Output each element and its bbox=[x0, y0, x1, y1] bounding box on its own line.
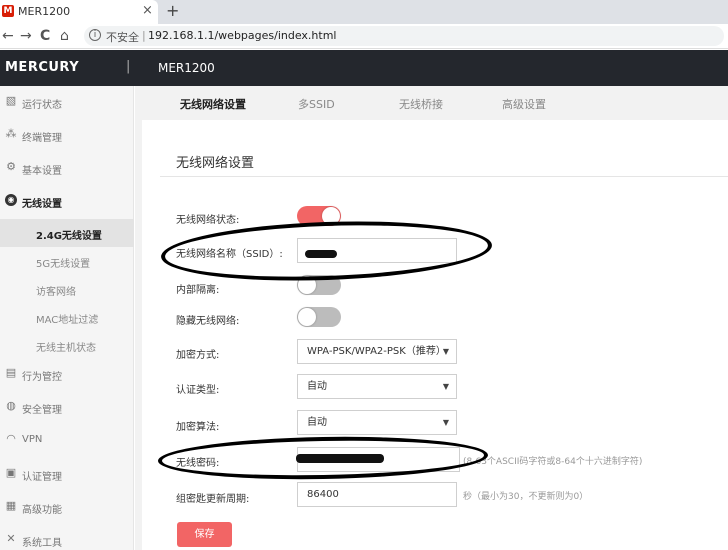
sidebar-item-tools[interactable]: ✕ 系统工具 bbox=[0, 525, 134, 550]
sidebar-subitem-label: 5G无线设置 bbox=[36, 259, 91, 270]
auth-type-label: 认证类型: bbox=[176, 385, 220, 396]
sidebar-subitem-label: 访客网络 bbox=[36, 287, 76, 298]
sidebar-subitem-hosts[interactable]: 无线主机状态 bbox=[0, 331, 134, 359]
sidebar-subitem-mac-filter[interactable]: MAC地址过滤 bbox=[0, 303, 134, 331]
wireless-status-label: 无线网络状态: bbox=[176, 215, 240, 226]
rekey-hint: 秒（最小为30，不更新则为0） bbox=[463, 492, 589, 502]
sidebar-item-auth[interactable]: ▣ 认证管理 bbox=[0, 459, 134, 489]
sidebar-subitem-label: 2.4G无线设置 bbox=[36, 231, 102, 242]
home-icon[interactable]: ⌂ bbox=[60, 28, 69, 44]
header-separator: | bbox=[126, 59, 131, 74]
sidebar-item-label: 行为管控 bbox=[22, 372, 62, 383]
sidebar-item-label: 基本设置 bbox=[22, 166, 62, 177]
control-icon: ▤ bbox=[5, 366, 17, 379]
sidebar-item-advanced[interactable]: ▦ 高级功能 bbox=[0, 492, 134, 522]
auth-icon: ▣ bbox=[5, 466, 17, 479]
algorithm-label: 加密算法: bbox=[176, 422, 220, 433]
sidebar-subitem-24g[interactable]: 2.4G无线设置 bbox=[0, 219, 134, 247]
algorithm-select[interactable]: 自动 ▼ bbox=[297, 410, 457, 435]
sidebar-item-label: 高级功能 bbox=[22, 505, 62, 516]
shield-icon: ◍ bbox=[6, 399, 16, 412]
sidebar-item-label: 认证管理 bbox=[22, 472, 62, 483]
sidebar-item-security[interactable]: ◍ 安全管理 bbox=[0, 392, 134, 422]
browser-tab-bar: M MER1200 × + bbox=[0, 0, 728, 24]
divider bbox=[160, 176, 728, 177]
tab-advanced[interactable]: 高级设置 bbox=[502, 96, 546, 112]
isolation-label: 内部隔离: bbox=[176, 285, 220, 296]
auth-type-value: 自动 bbox=[307, 381, 327, 392]
sidebar-item-label: 系统工具 bbox=[22, 538, 62, 549]
hide-network-toggle[interactable] bbox=[297, 307, 341, 327]
chevron-down-icon: ▼ bbox=[440, 411, 452, 434]
tab-multi-ssid[interactable]: 多SSID bbox=[298, 96, 335, 112]
mercury-logo: MERCURY bbox=[5, 60, 80, 75]
sidebar-item-terminals[interactable]: ⁂ 终端管理 bbox=[0, 120, 134, 150]
sidebar-item-label: 无线设置 bbox=[22, 199, 62, 210]
sidebar-item-wireless[interactable]: ◉ 无线设置 bbox=[0, 186, 134, 216]
password-hint: (8-63个ASCII码字符或8-64个十六进制字符) bbox=[463, 457, 643, 467]
omnibox[interactable]: i 不安全 | 192.168.1.1/webpages/index.html bbox=[84, 26, 724, 46]
auth-type-select[interactable]: 自动 ▼ bbox=[297, 374, 457, 399]
save-button[interactable]: 保存 bbox=[177, 522, 232, 547]
encryption-select[interactable]: WPA-PSK/WPA2-PSK（推荐） ▼ bbox=[297, 339, 457, 364]
sidebar-item-basic[interactable]: ⚙ 基本设置 bbox=[0, 153, 134, 183]
insecure-label: 不安全 bbox=[106, 31, 139, 44]
sidebar-item-label: 终端管理 bbox=[22, 133, 62, 144]
rekey-label: 组密匙更新周期: bbox=[176, 494, 250, 505]
nodes-icon: ⁂ bbox=[5, 127, 17, 140]
sidebar-item-status[interactable]: ▧ 运行状态 bbox=[0, 87, 134, 117]
panel-title: 无线网络设置 bbox=[176, 156, 255, 171]
sidebar-item-behavior[interactable]: ▤ 行为管控 bbox=[0, 359, 134, 389]
close-icon[interactable]: × bbox=[142, 3, 153, 18]
reload-icon[interactable]: C bbox=[40, 28, 50, 44]
sidebar-subitem-label: 无线主机状态 bbox=[36, 343, 96, 354]
encryption-value: WPA-PSK/WPA2-PSK（推荐） bbox=[307, 346, 446, 357]
sidebar-subitem-label: MAC地址过滤 bbox=[36, 315, 99, 326]
back-icon[interactable]: ← bbox=[2, 28, 14, 44]
chart-icon: ▧ bbox=[5, 94, 17, 107]
tab-wireless-settings[interactable]: 无线网络设置 bbox=[180, 96, 246, 112]
gear-icon: ⚙ bbox=[6, 160, 16, 173]
mercury-favicon-icon: M bbox=[2, 5, 14, 17]
info-icon[interactable]: i bbox=[89, 29, 101, 41]
tab-wireless-bridge[interactable]: 无线桥接 bbox=[399, 96, 443, 112]
device-model: MER1200 bbox=[158, 61, 215, 75]
sidebar-item-label: VPN bbox=[22, 434, 43, 445]
hide-network-label: 隐藏无线网络: bbox=[176, 316, 240, 327]
main-tabs: 无线网络设置 多SSID 无线桥接 高级设置 bbox=[135, 86, 728, 120]
chevron-down-icon: ▼ bbox=[440, 340, 452, 363]
vpn-icon: ◠ bbox=[6, 432, 16, 445]
algorithm-value: 自动 bbox=[307, 417, 327, 428]
advanced-icon: ▦ bbox=[5, 499, 17, 512]
sidebar-subitem-guest[interactable]: 访客网络 bbox=[0, 275, 134, 303]
encryption-label: 加密方式: bbox=[176, 350, 220, 361]
toggle-knob bbox=[298, 308, 316, 326]
sidebar: ▧ 运行状态 ⁂ 终端管理 ⚙ 基本设置 ◉ 无线设置 2.4G无线设置 5G无… bbox=[0, 86, 134, 550]
wifi-icon: ◉ bbox=[5, 194, 17, 206]
rekey-input[interactable]: 86400 bbox=[297, 482, 457, 507]
tab-title: MER1200 bbox=[18, 5, 71, 18]
forward-icon[interactable]: → bbox=[20, 28, 32, 44]
new-tab-icon[interactable]: + bbox=[166, 1, 179, 20]
browser-tab[interactable]: M MER1200 × bbox=[0, 0, 158, 24]
url-text[interactable]: 192.168.1.1/webpages/index.html bbox=[148, 29, 337, 42]
url-separator: | bbox=[142, 29, 146, 42]
tools-icon: ✕ bbox=[6, 532, 16, 545]
sidebar-item-label: 运行状态 bbox=[22, 100, 62, 111]
sidebar-subitem-5g[interactable]: 5G无线设置 bbox=[0, 247, 134, 275]
address-bar: ← → C ⌂ i 不安全 | 192.168.1.1/webpages/ind… bbox=[0, 24, 728, 49]
sidebar-item-label: 安全管理 bbox=[22, 405, 62, 416]
app-header: MERCURY | MER1200 bbox=[0, 50, 728, 86]
sidebar-item-vpn[interactable]: ◠ VPN bbox=[0, 425, 134, 455]
chevron-down-icon: ▼ bbox=[440, 375, 452, 398]
